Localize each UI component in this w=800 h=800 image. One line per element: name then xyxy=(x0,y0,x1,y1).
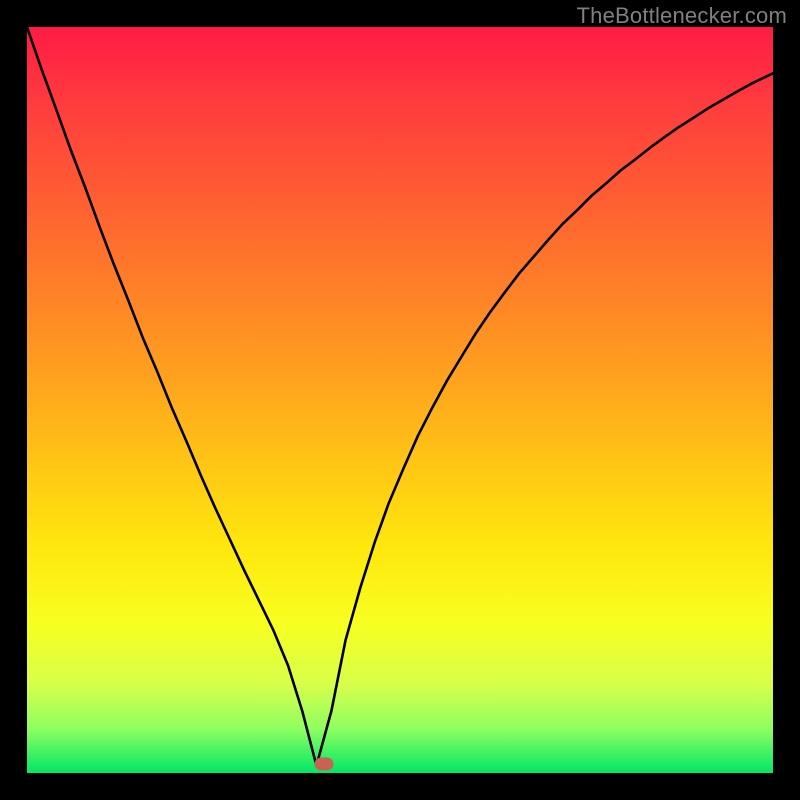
min-marker xyxy=(314,758,333,771)
watermark-label: TheBottlenecker.com xyxy=(577,3,787,29)
curve-svg xyxy=(27,27,773,773)
chart-frame: TheBottlenecker.com xyxy=(0,0,800,800)
plot-area xyxy=(27,27,773,773)
